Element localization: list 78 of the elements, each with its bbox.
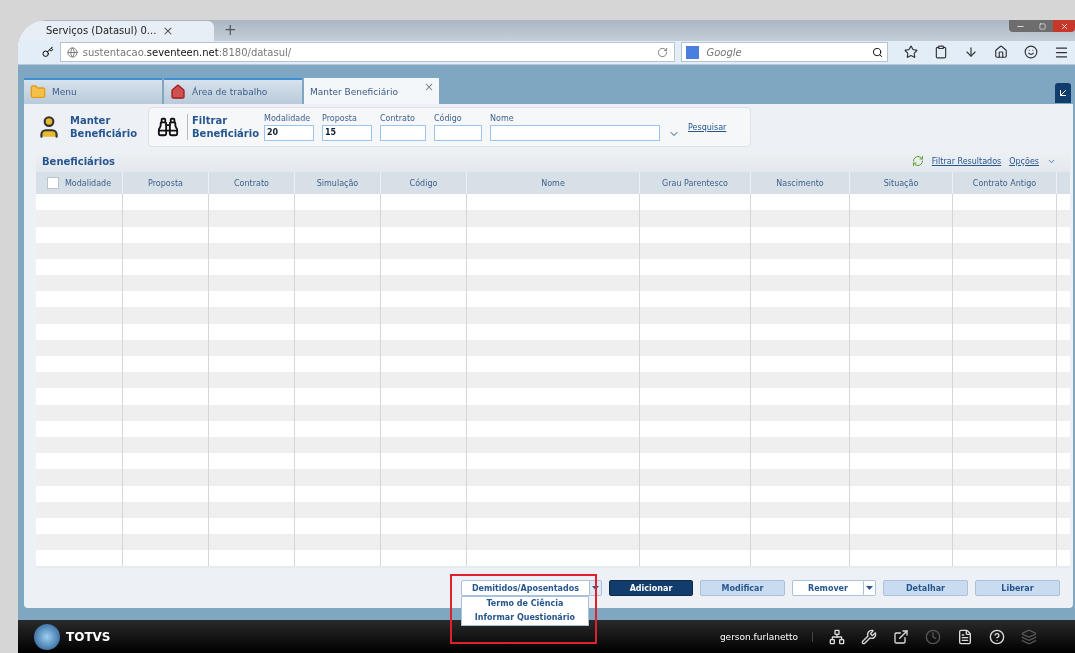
action-button[interactable]: Adicionar xyxy=(609,580,693,597)
external-link-icon[interactable] xyxy=(893,628,909,645)
field-label: Proposta xyxy=(322,113,358,123)
brand-name: TOTVS xyxy=(66,629,111,644)
page-title: Manter Beneficiário xyxy=(70,114,139,141)
caret-icon xyxy=(592,586,599,591)
close-icon xyxy=(1059,21,1069,31)
column-header[interactable]: Modalidade xyxy=(64,178,112,188)
clock-icon[interactable] xyxy=(925,628,941,645)
column-header[interactable]: Código xyxy=(409,178,438,188)
input-field[interactable]: 20 xyxy=(264,124,314,141)
clipboard-icon[interactable] xyxy=(934,45,948,60)
minimize-button[interactable] xyxy=(1009,20,1031,32)
action-button[interactable]: Detalhar xyxy=(883,580,968,597)
wrench-icon[interactable] xyxy=(861,628,877,645)
search-icon[interactable] xyxy=(872,46,883,58)
refresh-icon[interactable] xyxy=(911,155,924,168)
url-text: sustentacao.seventeen.net:8180/datasul/ xyxy=(82,46,292,58)
field-label: Nome xyxy=(490,113,515,123)
filter-results-link[interactable]: Filtrar Resultados xyxy=(931,156,1002,166)
maximize-icon xyxy=(1038,22,1046,30)
house-icon xyxy=(170,84,186,101)
column-header[interactable]: Contrato xyxy=(234,178,269,188)
globe-icon xyxy=(66,46,78,58)
field-label: Código xyxy=(434,113,463,123)
logo-icon xyxy=(34,623,60,650)
star-icon[interactable] xyxy=(904,45,918,60)
app-tab[interactable]: Manter Beneficiário × xyxy=(304,78,439,105)
close-icon[interactable]: × xyxy=(162,23,174,39)
browser-tab-title: Serviços (Datasul) 0... xyxy=(46,25,157,37)
input-field[interactable]: 15 xyxy=(322,124,372,141)
close-button[interactable] xyxy=(1053,20,1075,32)
action-button[interactable]: Liberar xyxy=(975,580,1060,597)
select-all-checkbox[interactable] xyxy=(46,177,59,190)
column-header[interactable]: Contrato Antigo xyxy=(972,178,1037,188)
column-header[interactable]: Grau Parentesco xyxy=(662,178,728,188)
reload-icon[interactable] xyxy=(657,46,669,58)
column-header[interactable]: Nascimento xyxy=(776,178,824,188)
app-tab[interactable]: Menu xyxy=(24,78,162,105)
caret-icon xyxy=(866,586,873,591)
menu-icon[interactable] xyxy=(1054,44,1069,60)
search-engine-icon xyxy=(686,45,700,59)
search-link[interactable]: Pesquisar xyxy=(688,122,727,132)
network-icon[interactable] xyxy=(829,628,845,645)
field-label: Modalidade xyxy=(264,113,312,123)
app-tab[interactable]: Área de trabalho xyxy=(164,78,302,105)
column-header[interactable]: Situação xyxy=(883,178,919,188)
dropdown-toggle[interactable] xyxy=(864,580,876,597)
search-box[interactable]: Google xyxy=(681,42,888,63)
column-header[interactable]: Nome xyxy=(541,178,565,188)
split-button[interactable]: Remover xyxy=(792,580,864,597)
url-field[interactable]: sustentacao.seventeen.net:8180/datasul/ xyxy=(59,42,676,63)
stack-icon[interactable] xyxy=(1021,628,1037,645)
key-icon[interactable] xyxy=(42,46,54,59)
action-button[interactable]: Modificar xyxy=(700,580,785,597)
input-field[interactable] xyxy=(490,124,660,141)
column-header[interactable]: Proposta xyxy=(148,178,183,188)
options-link[interactable]: Opções xyxy=(1009,156,1039,166)
browser-tab[interactable]: Serviços (Datasul) 0... × xyxy=(18,20,214,41)
help-icon[interactable] xyxy=(989,628,1005,645)
grid-title: Beneficiários xyxy=(42,155,115,167)
menu-item[interactable]: Termo de Ciência xyxy=(461,597,588,612)
smiley-icon[interactable] xyxy=(1024,45,1038,60)
input-field[interactable] xyxy=(380,124,426,141)
user-name: gerson.furlanetto xyxy=(719,631,813,642)
field-label: Contrato xyxy=(380,113,416,123)
download-icon[interactable] xyxy=(964,45,978,60)
home-icon[interactable] xyxy=(994,45,1008,60)
split-button[interactable]: Demitidos/Aposentados xyxy=(460,580,590,597)
collapse-button[interactable] xyxy=(1055,83,1071,104)
binoculars-icon xyxy=(157,116,179,139)
column-header[interactable]: Simulação xyxy=(316,178,359,188)
input-field[interactable] xyxy=(434,124,482,141)
menu-item[interactable]: Informar Questionário xyxy=(461,611,588,626)
folder-icon xyxy=(30,84,46,101)
document-icon[interactable] xyxy=(957,628,973,645)
close-icon[interactable]: × xyxy=(423,80,434,95)
new-tab-button[interactable]: + xyxy=(224,20,237,39)
